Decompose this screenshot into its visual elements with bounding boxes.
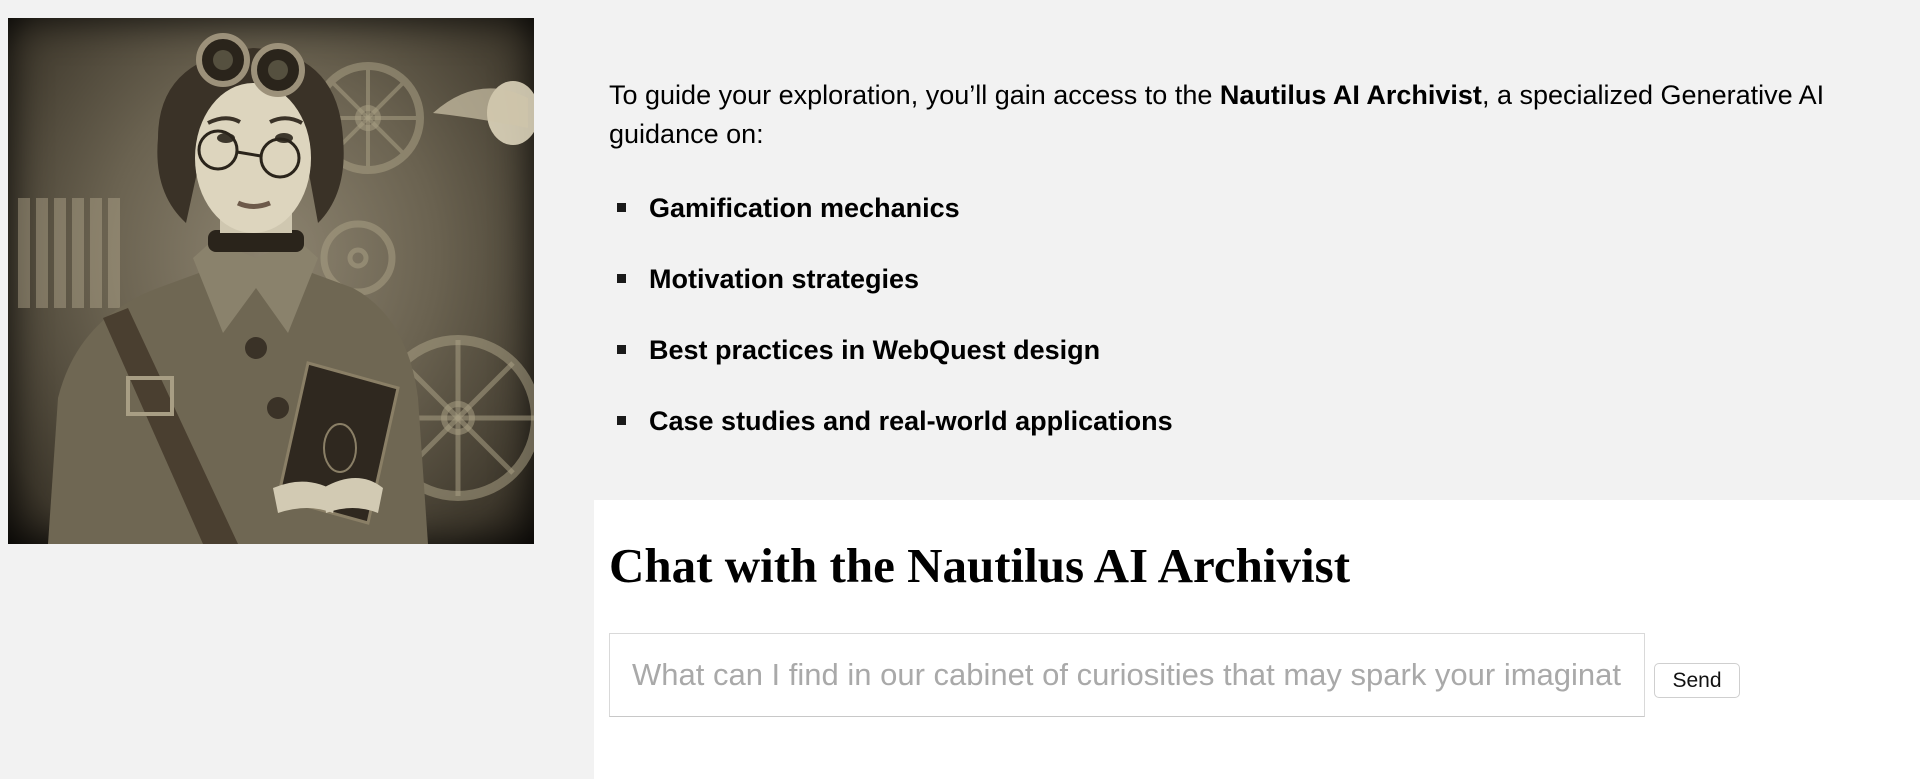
- page: To guide your exploration, you’ll gain a…: [0, 0, 1920, 779]
- square-bullet-icon: [617, 345, 626, 354]
- intro-text-before: To guide your exploration, you’ll gain a…: [609, 80, 1220, 110]
- intro-line-1: To guide your exploration, you’ll gain a…: [609, 76, 1920, 115]
- topic-label: Gamification mechanics: [649, 193, 960, 223]
- topics-list: Gamification mechanics Motivation strate…: [617, 188, 1173, 472]
- square-bullet-icon: [617, 274, 626, 283]
- archivist-portrait-image: [8, 18, 534, 544]
- chat-panel: Chat with the Nautilus AI Archivist Send: [594, 500, 1920, 779]
- chat-message-input[interactable]: [609, 633, 1645, 717]
- list-item: Best practices in WebQuest design: [617, 330, 1173, 401]
- send-button[interactable]: Send: [1654, 663, 1740, 698]
- topic-label: Motivation strategies: [649, 264, 920, 294]
- topic-label: Best practices in WebQuest design: [649, 335, 1101, 365]
- intro-line-2: guidance on:: [609, 119, 764, 149]
- list-item: Motivation strategies: [617, 259, 1173, 330]
- square-bullet-icon: [617, 416, 626, 425]
- intro-paragraph: To guide your exploration, you’ll gain a…: [609, 76, 1920, 154]
- list-item: Gamification mechanics: [617, 188, 1173, 259]
- list-item: Case studies and real-world applications: [617, 401, 1173, 472]
- topic-label: Case studies and real-world applications: [649, 406, 1173, 436]
- square-bullet-icon: [617, 203, 626, 212]
- intro-text-after: , a specialized Generative AI: [1481, 80, 1825, 110]
- chat-title: Chat with the Nautilus AI Archivist: [609, 538, 1351, 593]
- bookshelf: [18, 198, 120, 308]
- portrait-illustration: [18, 33, 534, 544]
- archivist-name-highlight: Nautilus AI Archivist: [1219, 80, 1482, 110]
